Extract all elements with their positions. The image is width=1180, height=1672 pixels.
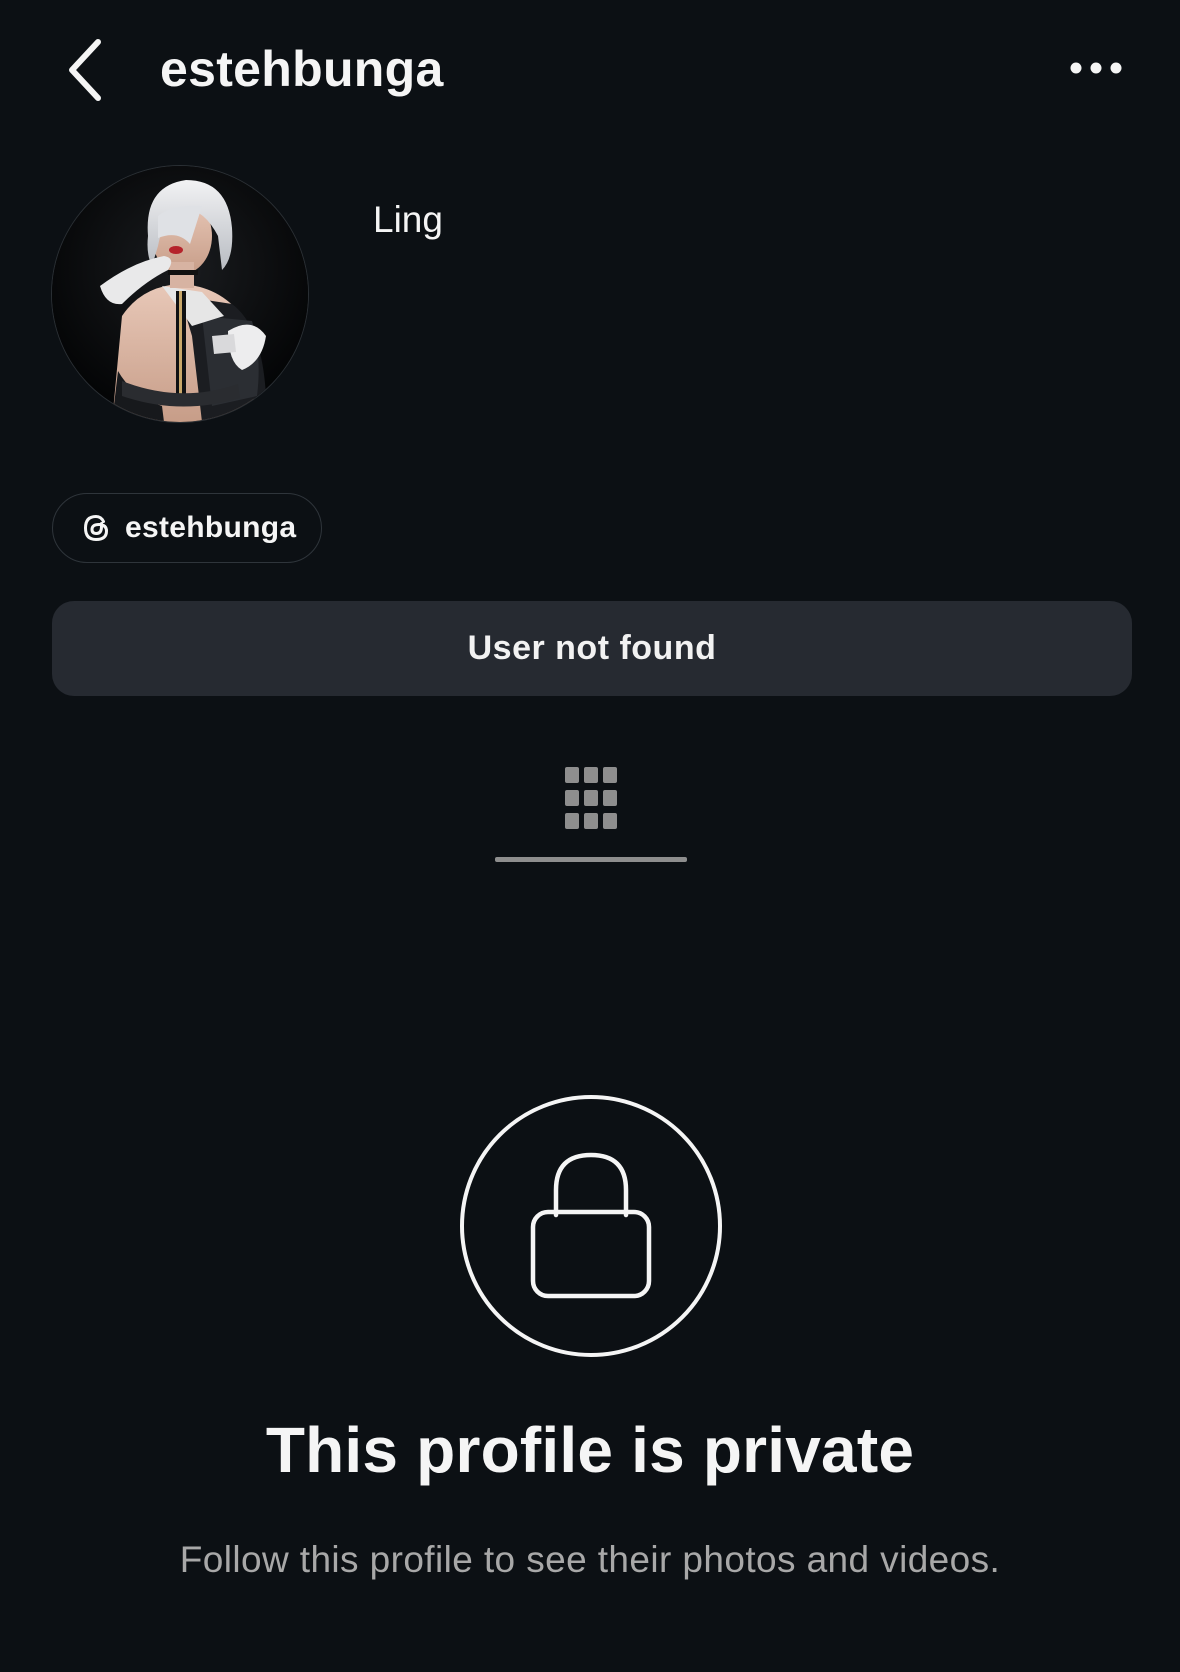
threads-icon bbox=[84, 515, 108, 541]
grid-icon bbox=[565, 767, 617, 829]
threads-link-chip[interactable]: estehbunga bbox=[52, 493, 322, 563]
avatar[interactable] bbox=[52, 166, 308, 422]
threads-handle: estehbunga bbox=[125, 511, 297, 544]
display-name: Ling bbox=[373, 199, 443, 240]
tab-grid[interactable] bbox=[495, 755, 687, 865]
active-tab-indicator bbox=[495, 857, 687, 862]
private-subtitle: Follow this profile to see their photos … bbox=[179, 1539, 1001, 1580]
profile-photo bbox=[52, 166, 308, 422]
private-title: This profile is private bbox=[265, 1414, 915, 1486]
ellipsis-horizontal-icon bbox=[1070, 62, 1122, 74]
user-not-found-banner[interactable]: User not found bbox=[52, 601, 1132, 696]
profile-header: estehbunga bbox=[0, 0, 1180, 140]
back-button[interactable] bbox=[62, 34, 112, 104]
header-username: estehbunga bbox=[160, 41, 444, 97]
more-options-button[interactable] bbox=[1064, 48, 1128, 88]
chevron-left-icon bbox=[69, 39, 101, 101]
lock-icon bbox=[460, 1095, 722, 1357]
status-message: User not found bbox=[467, 629, 717, 667]
